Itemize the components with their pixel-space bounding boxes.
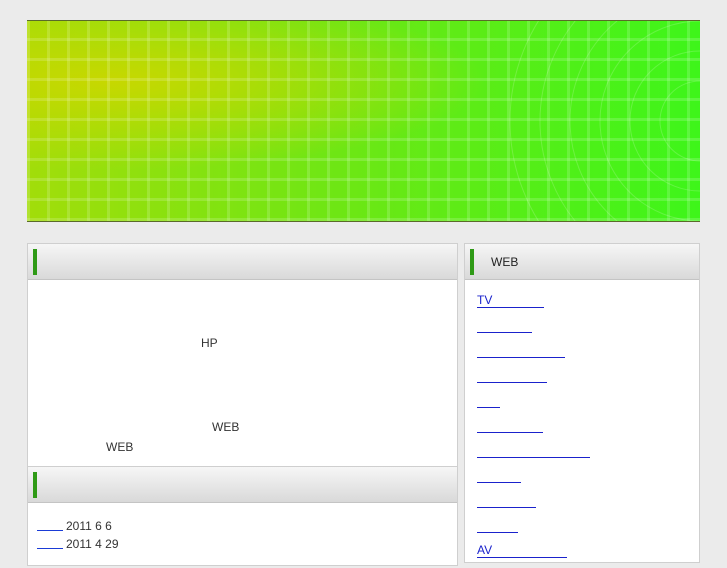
sidebar-link[interactable]	[477, 393, 500, 408]
sidebar-link-item	[477, 343, 590, 368]
main-text-line-2: WEB	[212, 420, 240, 434]
sidebar-link[interactable]	[477, 443, 590, 458]
news-item-date: 2011 4 29	[66, 537, 119, 551]
sidebar-link-item	[477, 418, 590, 443]
news-panel: 2011 6 6 2011 4 29	[27, 466, 458, 566]
sidebar-link[interactable]	[477, 368, 547, 383]
sidebar-link-item	[477, 468, 590, 493]
sidebar-panel: WEB TV AV	[464, 243, 700, 563]
news-item-link[interactable]	[37, 517, 63, 531]
sidebar-link[interactable]	[477, 318, 532, 333]
sidebar-link-item	[477, 493, 590, 518]
main-panel: HP WEB WEB	[27, 243, 458, 467]
sidebar-link-item	[477, 443, 590, 468]
header-accent-bar	[470, 249, 474, 275]
sidebar-link-item: TV	[477, 293, 590, 318]
sidebar-link-item	[477, 393, 590, 418]
banner-arc-decoration	[509, 21, 700, 221]
news-item: 2011 6 6	[37, 517, 119, 535]
main-text-line-3: WEB	[106, 440, 134, 454]
sidebar-link[interactable]	[477, 493, 536, 508]
header-banner	[27, 20, 700, 222]
main-panel-header	[28, 244, 457, 280]
main-text-line-1: HP	[201, 336, 218, 350]
news-list: 2011 6 6 2011 4 29	[37, 517, 119, 553]
sidebar-link[interactable]	[477, 343, 565, 358]
sidebar-link[interactable]	[477, 518, 518, 533]
news-item-date: 2011 6 6	[66, 519, 112, 533]
sidebar-panel-header: WEB	[465, 244, 699, 280]
news-item-link[interactable]	[37, 535, 63, 549]
sidebar-link[interactable]	[477, 418, 543, 433]
header-accent-bar	[33, 249, 37, 275]
news-item: 2011 4 29	[37, 535, 119, 553]
sidebar-link-item	[477, 368, 590, 393]
sidebar-link-list: TV AV	[477, 293, 590, 568]
sidebar-panel-title: WEB	[491, 255, 519, 269]
sidebar-link[interactable]: AV	[477, 543, 567, 558]
sidebar-link-item: AV	[477, 543, 590, 568]
sidebar-link[interactable]	[477, 468, 521, 483]
news-panel-header	[28, 467, 457, 503]
sidebar-link-item	[477, 518, 590, 543]
header-accent-bar	[33, 472, 37, 498]
sidebar-link[interactable]: TV	[477, 293, 544, 308]
sidebar-link-item	[477, 318, 590, 343]
